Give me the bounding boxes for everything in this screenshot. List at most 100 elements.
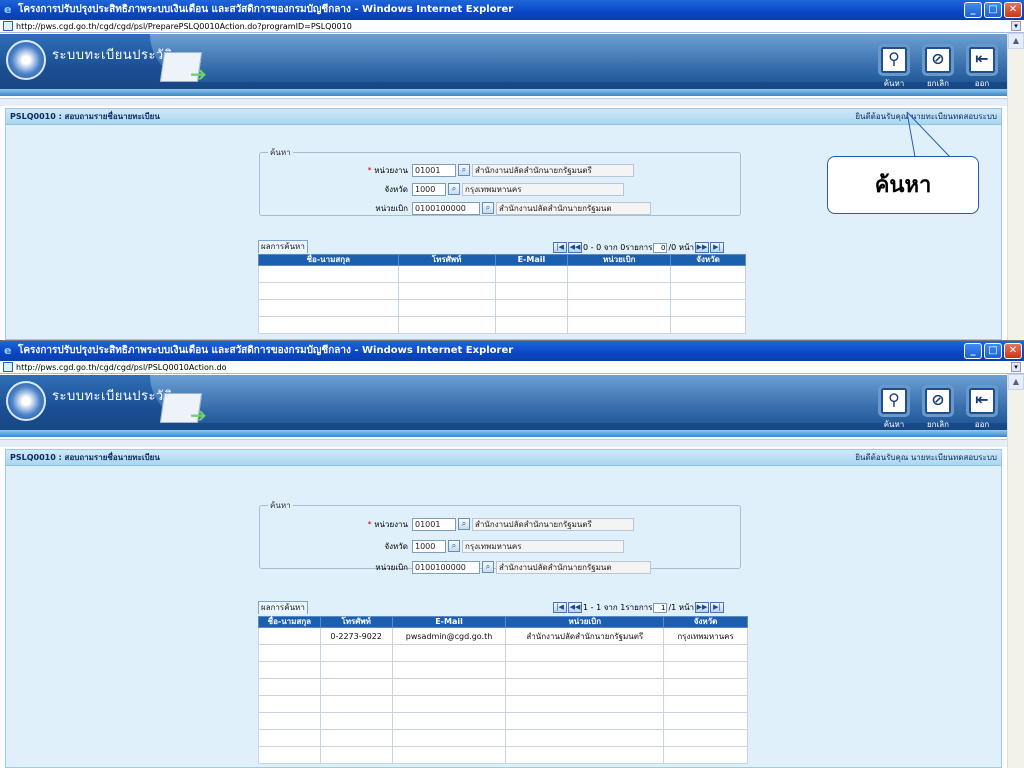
cell-phone: 0-2273-9022	[319, 627, 393, 645]
chevron-down-icon[interactable]: ▾	[1011, 362, 1021, 372]
chevron-down-icon[interactable]: ▾	[1011, 21, 1021, 31]
cancel-button-label: ยกเลิก	[926, 79, 949, 88]
next-page-icon[interactable]: ▶▶	[695, 602, 710, 613]
disb-label: หน่วยเบิก	[375, 562, 408, 572]
next-page-icon[interactable]: ▶▶	[695, 242, 710, 253]
welcome-text: ยินดีต้อนรับคุณ นายทะเบียนทดสอบระบบ	[855, 112, 997, 121]
result-tab[interactable]: ผลการค้นหา	[258, 240, 308, 253]
address-bar[interactable]: http://pws.cgd.go.th/cgd/cgd/psl/Prepare…	[0, 20, 1024, 33]
pager-total-text: /0 หน้า	[668, 243, 695, 252]
panel-header: PSLQ0010 : สอบถามรายชื่อนายทะเบียน ยินดี…	[6, 109, 1001, 125]
maximize-button[interactable]: □	[984, 343, 1002, 359]
arrow-icon: ➔	[190, 403, 207, 427]
panel-header: PSLQ0010 : สอบถามรายชื่อนายทะเบียน ยินดี…	[6, 450, 1001, 466]
last-page-icon[interactable]: ▶|	[710, 242, 725, 253]
cancel-button[interactable]: ⊘ ยกเลิก	[920, 385, 956, 429]
table-row	[258, 265, 746, 283]
url-text: http://pws.cgd.go.th/cgd/cgd/psl/Prepare…	[16, 22, 352, 31]
unit-code-input[interactable]: 01001	[412, 517, 456, 531]
table-row	[258, 729, 748, 747]
lookup-icon[interactable]: ⌕	[458, 518, 470, 530]
result-table: ชื่อ-นามสกุล โทรศัพท์ E-Mail หน่วยเบิก จ…	[258, 616, 748, 764]
cancel-icon: ⊘	[922, 44, 954, 76]
lookup-icon[interactable]: ⌕	[458, 164, 470, 176]
cell-email: pwsadmin@cgd.go.th	[391, 627, 507, 645]
pager-range-text: 0 - 0 จาก 0รายการ	[583, 243, 653, 252]
col-email[interactable]: E-Mail	[494, 254, 569, 266]
page-input[interactable]: 1	[653, 602, 668, 613]
prev-page-icon[interactable]: ◀◀	[568, 242, 582, 253]
vertical-scrollbar[interactable]: ▲	[1007, 33, 1024, 340]
province-code-input[interactable]: 1000	[412, 182, 446, 196]
table-row[interactable]: 0-2273-9022 pwsadmin@cgd.go.th สำนักงานป…	[258, 627, 748, 645]
col-phone[interactable]: โทรศัพท์	[397, 254, 496, 266]
table-header: ชื่อ-นามสกุล โทรศัพท์ E-Mail หน่วยเบิก จ…	[258, 254, 746, 266]
pager: |◀ ◀◀ 1 - 1 จาก 1รายการ 1 /1 หน้า ▶▶ ▶|	[553, 601, 725, 614]
pager: |◀ ◀◀ 0 - 0 จาก 0รายการ 0 /0 หน้า ▶▶ ▶|	[553, 241, 725, 254]
page-title: PSLQ0010 : สอบถามรายชื่อนายทะเบียน	[10, 112, 160, 121]
cancel-icon: ⊘	[922, 385, 954, 417]
table-row	[258, 695, 748, 713]
scroll-up-arrow-icon[interactable]: ▲	[1008, 33, 1024, 49]
exit-button[interactable]: ⇤ ออก	[964, 44, 1000, 88]
prev-page-icon[interactable]: ◀◀	[568, 602, 582, 613]
unit-row: * หน่วยงาน 01001 ⌕ สำนักงานปลัดสำนักนายก…	[352, 163, 634, 177]
col-province[interactable]: จังหวัด	[663, 616, 748, 628]
first-page-icon[interactable]: |◀	[553, 242, 567, 253]
close-button[interactable]: ✕	[1004, 343, 1022, 359]
col-name[interactable]: ชื่อ-นามสกุล	[258, 616, 321, 628]
close-button[interactable]: ✕	[1004, 2, 1022, 18]
page-icon	[3, 21, 13, 31]
table-row	[258, 644, 748, 662]
result-table: ชื่อ-นามสกุล โทรศัพท์ E-Mail หน่วยเบิก จ…	[258, 254, 746, 334]
province-label: จังหวัด	[384, 541, 408, 551]
url-text: http://pws.cgd.go.th/cgd/cgd/psl/PSLQ001…	[16, 363, 227, 372]
search-fieldset: ค้นหา	[259, 499, 741, 569]
exit-door-icon: ⇤	[966, 385, 998, 417]
lookup-icon[interactable]: ⌕	[482, 561, 494, 573]
minimize-button[interactable]: _	[964, 343, 982, 359]
unit-code-input[interactable]: 01001	[412, 163, 456, 177]
welcome-text: ยินดีต้อนรับคุณ นายทะเบียนทดสอบระบบ	[855, 453, 997, 462]
scroll-up-arrow-icon[interactable]: ▲	[1008, 374, 1024, 390]
minimize-button[interactable]: _	[964, 2, 982, 18]
cancel-button[interactable]: ⊘ ยกเลิก	[920, 44, 956, 88]
province-code-input[interactable]: 1000	[412, 539, 446, 553]
col-province[interactable]: จังหวัด	[670, 254, 746, 266]
search-callout: ค้นหา	[827, 156, 979, 214]
col-name[interactable]: ชื่อ-นามสกุล	[258, 254, 399, 266]
page-input[interactable]: 0	[653, 242, 668, 253]
search-button[interactable]: ⚲ ค้นหา	[876, 44, 912, 88]
col-phone[interactable]: โทรศัพท์	[319, 616, 393, 628]
lookup-icon[interactable]: ⌕	[482, 202, 494, 214]
col-disb[interactable]: หน่วยเบิก	[567, 254, 672, 266]
cgd-logo	[6, 381, 46, 421]
disb-row: หน่วยเบิก 0100100000 ⌕ สำนักงานปลัดสำนัก…	[352, 201, 651, 215]
result-tab[interactable]: ผลการค้นหา	[258, 601, 308, 614]
maximize-button[interactable]: □	[984, 2, 1002, 18]
ie-icon: e	[4, 3, 12, 16]
disb-code-input[interactable]: 0100100000	[412, 201, 480, 215]
search-button-label: ค้นหา	[883, 79, 905, 88]
search-button[interactable]: ⚲ ค้นหา	[876, 385, 912, 429]
last-page-icon[interactable]: ▶|	[710, 602, 725, 613]
col-disb[interactable]: หน่วยเบิก	[505, 616, 665, 628]
unit-row: * หน่วยงาน 01001 ⌕ สำนักงานปลัดสำนักนายก…	[352, 517, 634, 531]
disb-code-input[interactable]: 0100100000	[412, 560, 480, 574]
cgd-logo	[6, 40, 46, 80]
lookup-icon[interactable]: ⌕	[448, 183, 460, 195]
vertical-scrollbar[interactable]: ▲	[1007, 374, 1024, 768]
col-email[interactable]: E-Mail	[391, 616, 507, 628]
address-bar[interactable]: http://pws.cgd.go.th/cgd/cgd/psl/PSLQ001…	[0, 361, 1024, 374]
table-row	[258, 712, 748, 730]
exit-button[interactable]: ⇤ ออก	[964, 385, 1000, 429]
first-page-icon[interactable]: |◀	[553, 602, 567, 613]
table-row	[258, 661, 748, 679]
search-button-label: ค้นหา	[883, 420, 905, 429]
table-header: ชื่อ-นามสกุล โทรศัพท์ E-Mail หน่วยเบิก จ…	[258, 616, 748, 628]
lookup-icon[interactable]: ⌕	[448, 540, 460, 552]
cell-province: กรุงเทพมหานคร	[663, 627, 748, 645]
table-row	[258, 678, 748, 696]
cancel-button-label: ยกเลิก	[926, 420, 949, 429]
page-title: PSLQ0010 : สอบถามรายชื่อนายทะเบียน	[10, 453, 160, 462]
